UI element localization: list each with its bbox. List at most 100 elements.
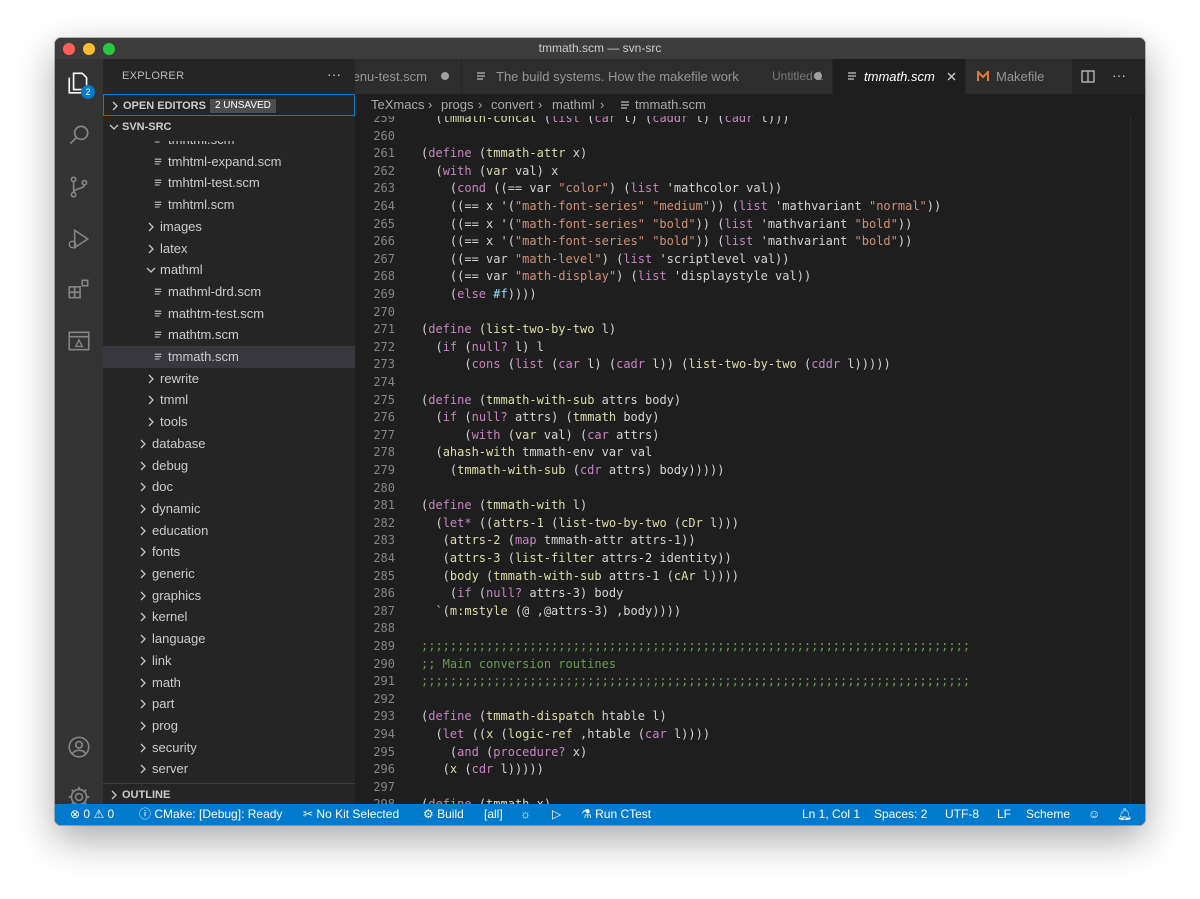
- breadcrumb-item[interactable]: tmmath.scm: [635, 94, 706, 116]
- code-line[interactable]: (with (var val) x: [421, 164, 558, 178]
- code-line[interactable]: `(m:mstyle (@ ,@attrs-3) ,body)))): [421, 604, 681, 618]
- folder-item[interactable]: prog: [103, 715, 355, 737]
- project-section[interactable]: SVN-SRC: [103, 116, 355, 138]
- end-of-line[interactable]: LF: [997, 804, 1011, 825]
- remote-explorer-activity-button[interactable]: [55, 317, 103, 365]
- folder-item[interactable]: kernel: [103, 606, 355, 628]
- tab-menu-test[interactable]: enu-test.scm: [355, 59, 462, 94]
- folder-item[interactable]: latex: [103, 238, 355, 260]
- search-activity-button[interactable]: [55, 111, 103, 159]
- folder-item[interactable]: generic: [103, 563, 355, 585]
- language-mode[interactable]: Scheme: [1026, 804, 1070, 825]
- code-line[interactable]: (tmmath-concat (list (car l) (caddr l) (…: [421, 116, 789, 125]
- code-line[interactable]: (define (tmmath-with l): [421, 498, 587, 512]
- overview-ruler[interactable]: [1130, 116, 1145, 804]
- code-line[interactable]: (tmmath-with-sub (cdr attrs) body))))): [421, 463, 725, 477]
- outline-section[interactable]: OUTLINE: [103, 783, 355, 806]
- folder-item[interactable]: education: [103, 520, 355, 542]
- folder-item[interactable]: server: [103, 758, 355, 780]
- problems-indicator[interactable]: ⊗ 0 ⚠ 0: [70, 804, 114, 825]
- folder-item[interactable]: rewrite: [103, 368, 355, 390]
- extensions-activity-button[interactable]: [55, 265, 103, 313]
- cmake-status[interactable]: ⓘ CMake: [Debug]: Ready: [139, 804, 282, 825]
- file-item[interactable]: mathtm.scm: [103, 324, 355, 346]
- code-line[interactable]: (if (null? attrs-3) body: [421, 586, 623, 600]
- code-line[interactable]: ((== var "math-level") (list 'scriptleve…: [421, 252, 790, 266]
- folder-item[interactable]: graphics: [103, 585, 355, 607]
- code-line[interactable]: (x (cdr l))))): [421, 762, 544, 776]
- file-item[interactable]: tmmath.scm: [103, 346, 355, 368]
- breadcrumb-item[interactable]: progs: [441, 94, 474, 116]
- folder-item[interactable]: fonts: [103, 541, 355, 563]
- code-line[interactable]: (and (procedure? x): [421, 745, 587, 759]
- folder-item[interactable]: part: [103, 693, 355, 715]
- file-item[interactable]: tmhtml.scm: [103, 194, 355, 216]
- code-line[interactable]: (with (var val) (car attrs): [421, 428, 659, 442]
- code-line[interactable]: (define (tmmath-with-sub attrs body): [421, 393, 681, 407]
- folder-item[interactable]: tmml: [103, 389, 355, 411]
- run-icon[interactable]: ▷: [552, 804, 561, 825]
- close-window-button[interactable]: [63, 43, 75, 55]
- folder-item[interactable]: images: [103, 216, 355, 238]
- tab-tmmath[interactable]: tmmath.scm: [833, 59, 966, 94]
- split-editor-icon[interactable]: [1081, 70, 1095, 83]
- cursor-position[interactable]: Ln 1, Col 1: [802, 804, 860, 825]
- code-line[interactable]: ((== var "math-display") (list 'displays…: [421, 269, 811, 283]
- folder-item[interactable]: tools: [103, 411, 355, 433]
- tab-build-systems[interactable]: The build systems. How the makefile work…: [462, 59, 833, 94]
- code-line[interactable]: (else #f)))): [421, 287, 537, 301]
- code-line[interactable]: (body (tmmath-with-sub attrs-1 (cAr l)))…: [421, 569, 739, 583]
- folder-item[interactable]: database: [103, 433, 355, 455]
- debug-icon[interactable]: ☼: [520, 804, 531, 825]
- code-line[interactable]: ((== x '("math-font-series" "bold")) (li…: [421, 217, 912, 231]
- folder-item[interactable]: mathml: [103, 259, 355, 281]
- code-line[interactable]: (let ((x (logic-ref ,htable (car l)))): [421, 727, 710, 741]
- tab-makefile[interactable]: Makefile: [966, 59, 1073, 94]
- bell-icon[interactable]: 🔔︎: [1117, 804, 1132, 825]
- explorer-activity-button[interactable]: 2: [55, 59, 103, 107]
- build-button[interactable]: ⚙ Build: [423, 804, 464, 825]
- code-line[interactable]: (ahash-with tmmath-env var val: [421, 445, 652, 459]
- source-control-activity-button[interactable]: [55, 163, 103, 211]
- code-line[interactable]: ;;;;;;;;;;;;;;;;;;;;;;;;;;;;;;;;;;;;;;;;…: [421, 639, 970, 653]
- feedback-icon[interactable]: ☺: [1088, 804, 1100, 825]
- code-line[interactable]: (define (list-two-by-two l): [421, 322, 616, 336]
- code-line[interactable]: (define (tmmath-attr x): [421, 146, 587, 160]
- code-line[interactable]: (attrs-2 (map tmmath-attr attrs-1)): [421, 533, 696, 547]
- file-item[interactable]: mathtm-test.scm: [103, 303, 355, 325]
- build-target-selector[interactable]: [all]: [484, 804, 503, 825]
- code-editor[interactable]: 259 (tmmath-concat (list (car l) (caddr …: [355, 116, 1145, 804]
- code-line[interactable]: (if (null? l) l: [421, 340, 543, 354]
- breadcrumb-item[interactable]: TeXmacs: [371, 94, 424, 116]
- code-line[interactable]: (let* ((attrs-1 (list-two-by-two (cDr l)…: [421, 516, 739, 530]
- zoom-window-button[interactable]: [103, 43, 115, 55]
- code-line[interactable]: (define (tmmath x): [421, 797, 551, 804]
- close-icon[interactable]: [947, 72, 956, 81]
- code-line[interactable]: ((== x '("math-font-series" "bold")) (li…: [421, 234, 912, 248]
- file-item[interactable]: mathml-drd.scm: [103, 281, 355, 303]
- folder-item[interactable]: debug: [103, 455, 355, 477]
- more-actions-icon[interactable]: ···: [1112, 59, 1126, 92]
- file-item[interactable]: tmhtml.scm: [103, 141, 355, 151]
- run-ctest-button[interactable]: ⚗ Run CTest: [581, 804, 651, 825]
- code-line[interactable]: ;; Main conversion routines: [421, 657, 616, 671]
- code-line[interactable]: (if (null? attrs) (tmmath body): [421, 410, 659, 424]
- file-item[interactable]: tmhtml-test.scm: [103, 172, 355, 194]
- code-line[interactable]: ((== x '("math-font-series" "medium")) (…: [421, 199, 941, 213]
- folder-item[interactable]: doc: [103, 476, 355, 498]
- folder-item[interactable]: dynamic: [103, 498, 355, 520]
- file-item[interactable]: tmhtml-expand.scm: [103, 151, 355, 173]
- run-debug-activity-button[interactable]: [55, 215, 103, 263]
- encoding[interactable]: UTF-8: [945, 804, 979, 825]
- code-line[interactable]: (cond ((== var "color") (list 'mathcolor…: [421, 181, 782, 195]
- folder-item[interactable]: math: [103, 672, 355, 694]
- accounts-activity-button[interactable]: [55, 723, 103, 771]
- code-line[interactable]: ;;;;;;;;;;;;;;;;;;;;;;;;;;;;;;;;;;;;;;;;…: [421, 674, 970, 688]
- folder-item[interactable]: security: [103, 737, 355, 759]
- kit-selector[interactable]: ✂ No Kit Selected: [303, 804, 399, 825]
- open-editors-section[interactable]: OPEN EDITORS 2 UNSAVED: [103, 94, 355, 116]
- breadcrumb-item[interactable]: convert: [491, 94, 534, 116]
- code-line[interactable]: (attrs-3 (list-filter attrs-2 identity)): [421, 551, 732, 565]
- folder-item[interactable]: link: [103, 650, 355, 672]
- code-line[interactable]: (define (tmmath-dispatch htable l): [421, 709, 667, 723]
